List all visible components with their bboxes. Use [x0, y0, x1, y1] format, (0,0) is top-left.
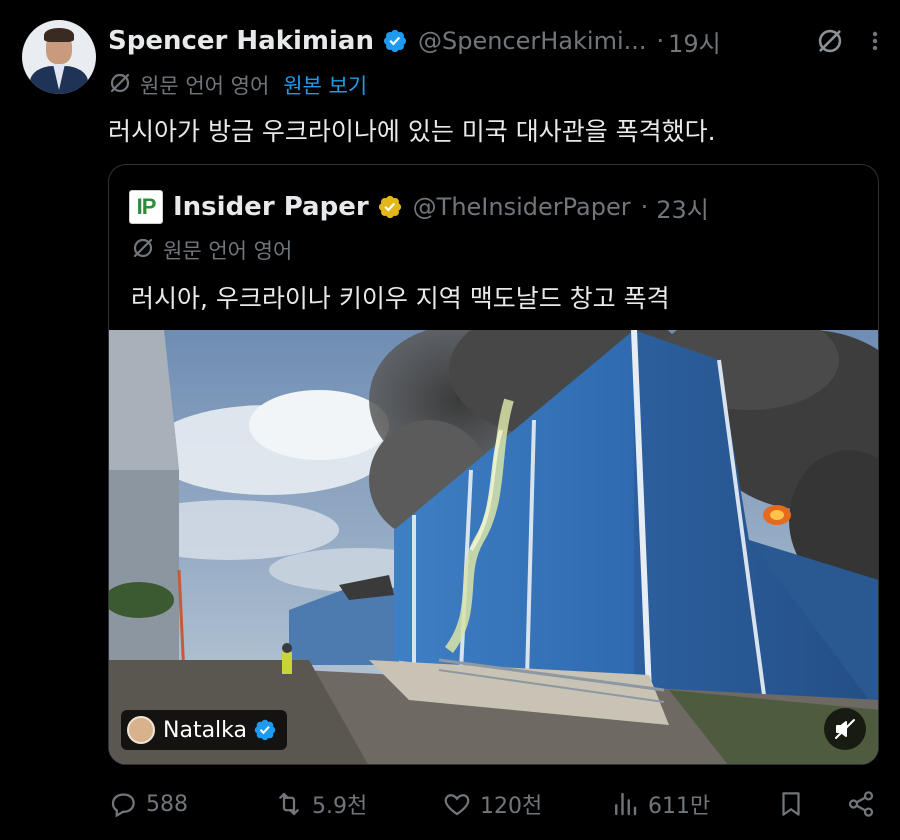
- quote-author-name[interactable]: Insider Paper: [173, 192, 369, 222]
- author-avatar[interactable]: [22, 20, 96, 94]
- author-handle[interactable]: @SpencerHakimi...: [418, 27, 647, 55]
- verified-badge-icon[interactable]: [382, 28, 408, 54]
- tweet-text: 러시아가 방금 우크라이나에 있는 미국 대사관을 폭격했다.: [108, 117, 716, 146]
- retweet-icon: [279, 792, 299, 816]
- quote-translation-notice: 원문 언어 영어: [131, 235, 292, 265]
- views-button[interactable]: 611만: [610, 788, 710, 820]
- quote-author-handle[interactable]: @TheInsiderPaper: [413, 193, 631, 221]
- quoted-tweet[interactable]: IP Insider Paper @TheInsiderPaper · 23시 …: [108, 164, 879, 765]
- translation-notice: 원문 언어 영어 원본 보기: [108, 70, 367, 100]
- translated-from-label: 원문 언어 영어: [140, 74, 270, 98]
- quote-translated-from-label: 원문 언어 영어: [163, 239, 293, 263]
- grok-translate-icon: [108, 71, 132, 100]
- quote-video[interactable]: Natalka: [109, 330, 878, 764]
- views-icon: [615, 792, 637, 816]
- tweet-header: Spencer Hakimian @SpencerHakimi... · 19시: [108, 22, 880, 60]
- like-button[interactable]: 120천: [442, 788, 542, 820]
- show-original-link[interactable]: 원본 보기: [283, 70, 367, 100]
- share-icon: [848, 791, 874, 817]
- quote-time[interactable]: 23시: [656, 190, 709, 225]
- retweet-button[interactable]: 5.9천: [274, 788, 367, 820]
- views-count: 611만: [648, 794, 711, 819]
- mute-icon: [833, 717, 857, 741]
- separator-dot: ·: [656, 27, 665, 55]
- verified-badge-icon: [253, 718, 277, 742]
- action-bar: 588 5.9천 120천 611만: [108, 784, 878, 824]
- separator-dot: ·: [640, 193, 649, 221]
- reply-icon: [111, 793, 135, 818]
- video-credit-tag[interactable]: Natalka: [121, 710, 287, 750]
- reply-count: 588: [146, 791, 188, 817]
- retweet-count: 5.9천: [312, 794, 368, 819]
- mute-button[interactable]: [824, 708, 866, 750]
- reply-button[interactable]: 588: [108, 789, 188, 819]
- grok-translate-icon: [131, 236, 155, 265]
- credit-avatar: [127, 716, 155, 744]
- tweet-time[interactable]: 19시: [668, 24, 721, 59]
- verified-badge-icon: [377, 194, 403, 220]
- like-count: 120천: [480, 794, 543, 819]
- grok-translate-icon[interactable]: [816, 27, 844, 55]
- bookmark-button[interactable]: [776, 789, 814, 819]
- author-name[interactable]: Spencer Hakimian: [108, 26, 374, 56]
- quote-header: IP Insider Paper @TheInsiderPaper · 23시: [129, 189, 709, 225]
- share-button[interactable]: [846, 789, 884, 819]
- video-frame-image: [109, 330, 878, 764]
- more-icon[interactable]: [870, 29, 880, 53]
- quote-author-logo: IP: [129, 190, 163, 224]
- bookmark-icon: [782, 792, 800, 816]
- like-icon: [444, 794, 470, 816]
- quote-text: 러시아, 우크라이나 키이우 지역 맥도날드 창고 폭격: [131, 284, 670, 313]
- credit-name: Natalka: [163, 717, 247, 743]
